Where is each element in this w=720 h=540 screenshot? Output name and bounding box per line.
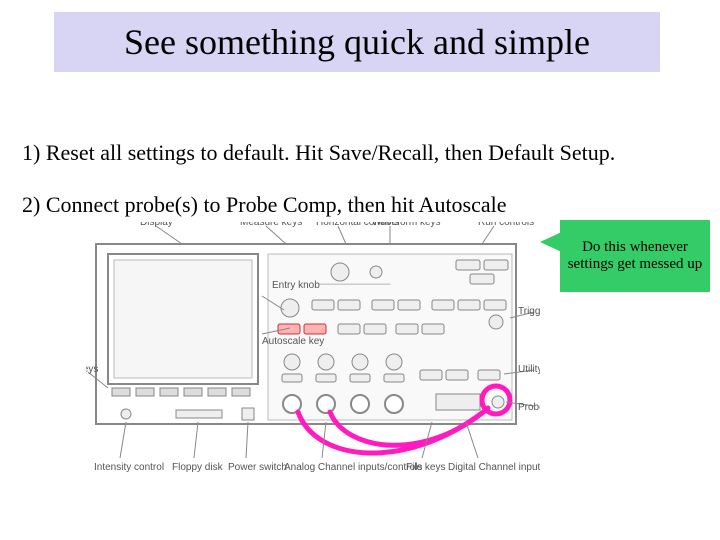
label-probe: Probe Comp output [518,402,540,413]
label-run: Run controls [478,222,534,228]
label-measure: Measure keys [240,222,302,228]
step-1-text: 1) Reset all settings to default. Hit Sa… [22,140,615,166]
callout-text: Do this whenever settings get messed up [564,239,706,274]
label-softkeys: Softkeys [86,364,98,375]
label-intensity: Intensity control [94,462,164,473]
label-analog: Analog Channel inputs/controls [284,462,422,473]
label-display: Display [140,222,173,228]
label-digital: Digital Channel inputs/controls [448,462,540,473]
slide-title-box: See something quick and simple [54,12,660,72]
label-utility: Utility key [518,364,540,375]
label-floppy: Floppy disk [172,462,224,473]
slide-title: See something quick and simple [124,21,590,63]
label-file: File keys [406,462,445,473]
label-power: Power switch [228,462,287,473]
label-wave: Waveform keys [372,222,441,228]
step-2-text: 2) Connect probe(s) to Probe Comp, then … [22,192,507,218]
label-trigger: Trigger controls [518,306,540,317]
label-entry: Entry knob [272,280,320,291]
label-autoscale: Autoscale key [262,336,324,347]
callout-box: Do this whenever settings get messed up [560,220,710,292]
oscilloscope-diagram: Display Measure keys Horizontal controls… [86,222,540,482]
